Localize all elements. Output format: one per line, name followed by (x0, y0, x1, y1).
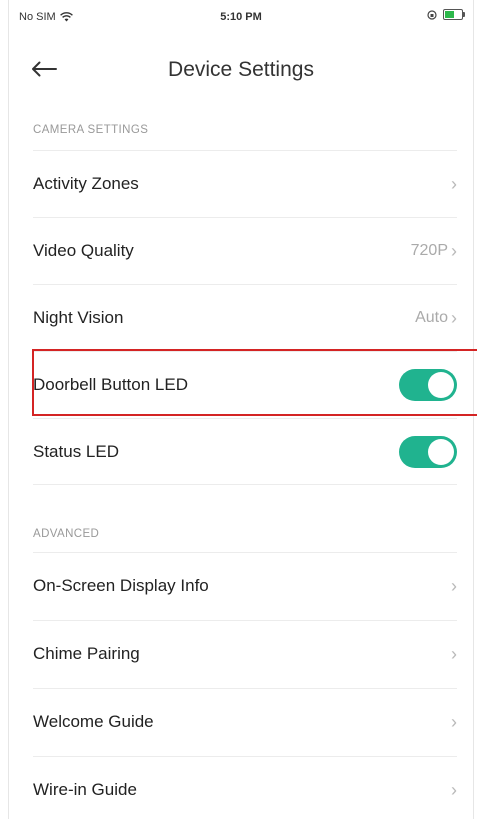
setting-row-night-vision[interactable]: Night Vision Auto › (33, 284, 457, 350)
divider (33, 484, 457, 485)
setting-value: Auto (415, 308, 448, 326)
clock: 5:10 PM (220, 11, 262, 23)
chevron-right-icon: › (451, 643, 457, 664)
setting-label: Status LED (33, 441, 119, 461)
phone-screen: No SIM 5:10 PM Device Settings CAMERA SE… (8, 0, 477, 822)
doorbell-led-toggle[interactable] (399, 368, 457, 401)
setting-row-welcome-guide[interactable]: Welcome Guide › (33, 688, 457, 754)
setting-row-wire-in-guide[interactable]: Wire-in Guide › (33, 756, 457, 822)
section-header-camera-settings: CAMERA SETTINGS (33, 124, 149, 136)
status-led-toggle[interactable] (399, 435, 457, 468)
status-bar: No SIM 5:10 PM (9, 0, 473, 36)
setting-row-status-led: Status LED (33, 418, 457, 484)
setting-row-doorbell-button-led: Doorbell Button LED (33, 351, 457, 417)
chevron-right-icon: › (451, 307, 457, 328)
setting-row-chime-pairing[interactable]: Chime Pairing › (33, 620, 457, 686)
chevron-right-icon: › (451, 779, 457, 800)
setting-label: On-Screen Display Info (33, 575, 209, 595)
setting-label: Welcome Guide (33, 711, 154, 731)
setting-label: Doorbell Button LED (33, 374, 188, 394)
chevron-right-icon: › (451, 173, 457, 194)
setting-label: Night Vision (33, 307, 124, 327)
orientation-lock-icon (427, 9, 437, 20)
setting-label: Activity Zones (33, 173, 139, 193)
toggle-knob (428, 371, 454, 398)
setting-value: 720P (410, 241, 448, 259)
chevron-right-icon: › (451, 711, 457, 732)
setting-row-video-quality[interactable]: Video Quality 720P › (33, 217, 457, 283)
navigation-bar: Device Settings (9, 36, 473, 100)
section-header-advanced: ADVANCED (33, 528, 100, 540)
toggle-knob (428, 438, 454, 465)
setting-row-on-screen-display-info[interactable]: On-Screen Display Info › (33, 552, 457, 618)
chevron-right-icon: › (451, 240, 457, 261)
setting-row-activity-zones[interactable]: Activity Zones › (33, 150, 457, 216)
setting-label: Video Quality (33, 240, 134, 260)
setting-label: Wire-in Guide (33, 779, 137, 799)
setting-label: Chime Pairing (33, 643, 140, 663)
battery-icon (443, 9, 465, 20)
page-title: Device Settings (168, 58, 314, 81)
chevron-right-icon: › (451, 575, 457, 596)
status-icons (427, 9, 465, 20)
